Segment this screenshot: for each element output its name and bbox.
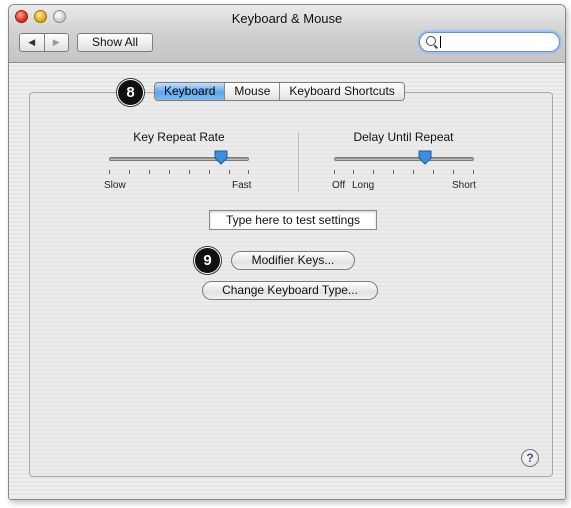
search-field[interactable] [419,32,560,52]
window-title: Keyboard & Mouse [231,11,343,26]
text-caret [440,36,441,48]
magnifier-icon [426,36,436,46]
delay-off-label: Off [332,180,346,191]
tab-bar: Keyboard Mouse Keyboard Shortcuts [154,82,405,101]
slider-tick [209,170,210,174]
show-all-button[interactable]: Show All [77,33,153,52]
slider-tick [189,170,190,174]
callout-marker-9: 9 [194,247,221,274]
pane-content: 8 Keyboard Mouse Keyboard Shortcuts Key … [9,63,565,499]
slider-tick [169,170,170,174]
slider-tick [433,170,434,174]
test-settings-field[interactable]: Type here to test settings [209,210,377,230]
key-repeat-rate-label: Key Repeat Rate [133,130,225,144]
slider-tick [334,170,335,174]
modifier-keys-button[interactable]: Modifier Keys... [231,251,355,270]
slider-tick [393,170,394,174]
key-repeat-rate-track[interactable] [109,157,249,161]
tab-mouse[interactable]: Mouse [225,83,281,100]
tab-keyboard[interactable]: Keyboard [155,83,226,100]
key-repeat-rate-thumb[interactable] [214,150,228,165]
slider-tick [473,170,474,174]
back-forward-control: ◀ ▶ [19,33,69,52]
slider-tick [109,170,110,174]
delay-until-repeat-thumb[interactable] [418,150,432,165]
key-repeat-slow-label: Slow [104,180,126,191]
forward-arrow-icon: ▶ [52,37,60,47]
callout-marker-8: 8 [117,79,144,106]
slider-tick [353,170,354,174]
preferences-window: Keyboard & Mouse ◀ ▶ Show All 8 Keyboard… [8,4,566,500]
tab-keyboard-shortcuts[interactable]: Keyboard Shortcuts [280,83,404,100]
slider-tick [413,170,414,174]
slider-tick [373,170,374,174]
delay-until-repeat-track[interactable] [334,157,474,161]
delay-long-label: Long [352,180,375,191]
slider-tick [149,170,150,174]
slider-tick [453,170,454,174]
delay-short-label: Short [452,180,476,191]
back-button[interactable]: ◀ [20,34,45,51]
slider-tick [129,170,130,174]
slider-tick [248,170,249,174]
change-keyboard-type-button[interactable]: Change Keyboard Type... [202,281,378,300]
forward-button[interactable]: ▶ [45,34,69,51]
help-button[interactable]: ? [521,449,539,467]
key-repeat-fast-label: Fast [232,180,252,191]
slider-divider [298,132,299,192]
slider-tick [229,170,230,174]
title-bar: Keyboard & Mouse ◀ ▶ Show All [9,5,565,63]
delay-until-repeat-label: Delay Until Repeat [353,130,454,144]
back-arrow-icon: ◀ [28,37,36,47]
